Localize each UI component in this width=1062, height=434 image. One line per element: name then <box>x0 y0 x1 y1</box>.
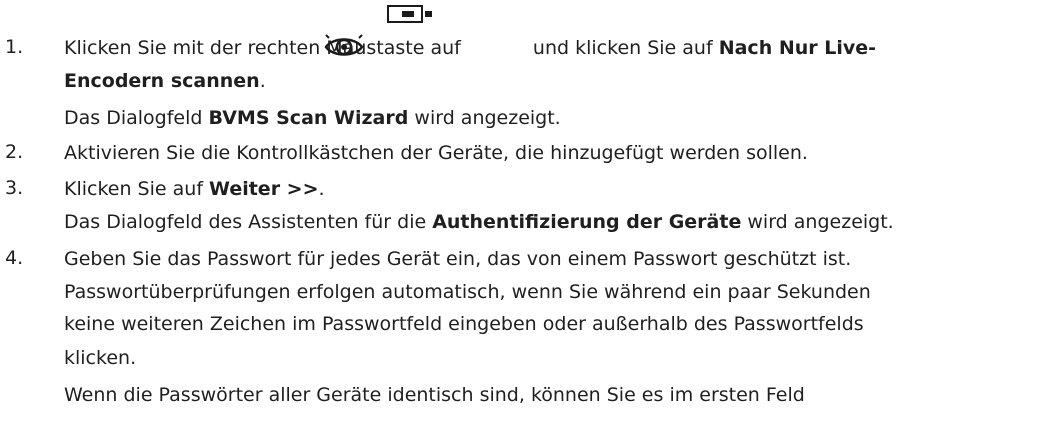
step-text-line: Encodern scannen. <box>64 70 266 92</box>
step-text-line: Klicken Sie mit der rechten Maustaste au… <box>64 37 877 59</box>
step-text-line: Geben Sie das Passwort für jedes Gerät e… <box>64 248 852 270</box>
step-text-line: keine weiteren Zeichen im Passwortfeld e… <box>64 313 864 335</box>
instruction-page: 1. Klicken Sie mit der rechten Maustaste… <box>0 0 1062 434</box>
step-text-line: klicken. <box>64 347 137 369</box>
step-number: 3. <box>5 177 24 199</box>
step-number: 4. <box>5 247 24 269</box>
step-text-line: Das Dialogfeld BVMS Scan Wizard wird ang… <box>64 107 561 129</box>
step-text-line: Das Dialogfeld des Assistenten für die A… <box>64 211 894 233</box>
monitor-icon <box>387 5 432 23</box>
step-text-line: Klicken Sie auf Weiter >>. <box>64 178 325 200</box>
step-text-line: Wenn die Passwörter aller Geräte identis… <box>64 384 805 406</box>
step-number: 1. <box>5 36 24 58</box>
step-text-line: Aktivieren Sie die Kontrollkästchen der … <box>64 142 808 164</box>
step-text-line: Passwortüberprüfungen erfolgen automatis… <box>64 281 871 303</box>
step-number: 2. <box>5 141 24 163</box>
